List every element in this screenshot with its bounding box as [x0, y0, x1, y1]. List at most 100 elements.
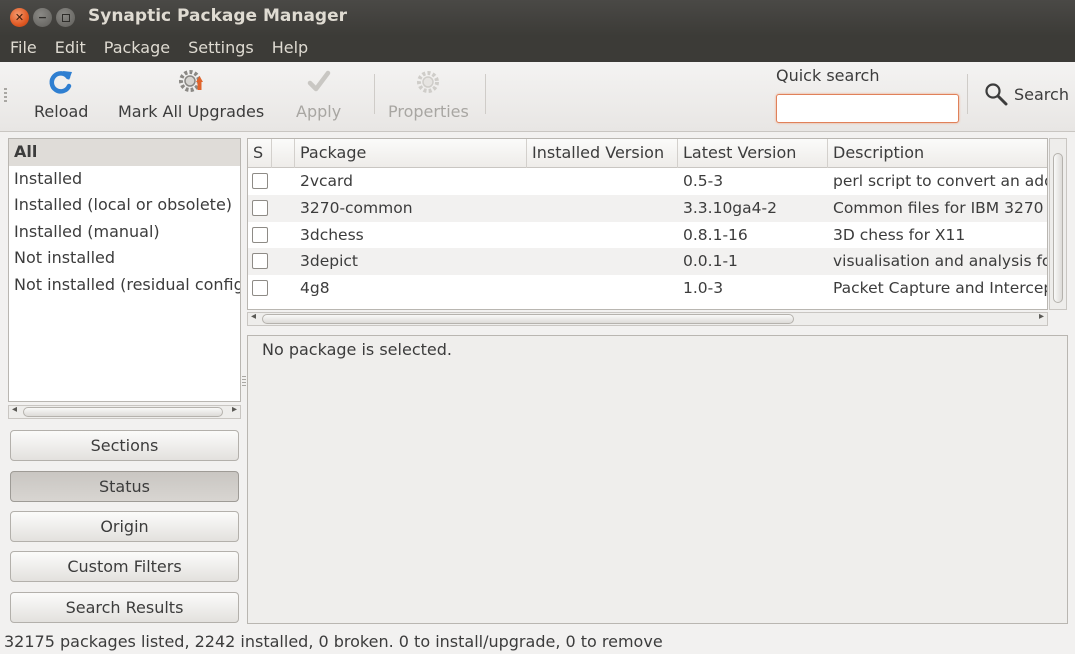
scroll-left-icon[interactable]: ◂: [12, 404, 17, 415]
filter-item-installed-local-obsolete[interactable]: Installed (local or obsolete): [9, 192, 240, 219]
synaptic-window: ✕ − Synaptic Package Manager File Edit P…: [0, 0, 1075, 654]
reload-label: Reload: [34, 102, 89, 121]
toolbar-separator: [485, 74, 486, 114]
filter-item-not-installed[interactable]: Not installed: [9, 245, 240, 272]
search-label: Search: [1014, 84, 1069, 104]
column-header-package[interactable]: Package: [295, 139, 527, 168]
package-table: S Package Installed Version Latest Versi…: [247, 138, 1048, 310]
minimize-icon: −: [37, 11, 48, 24]
title-bar: ✕ − Synaptic Package Manager: [0, 0, 1075, 36]
minimize-window-button[interactable]: −: [33, 8, 52, 27]
details-message: No package is selected.: [262, 340, 452, 359]
package-status-icon: [272, 248, 295, 275]
reload-button[interactable]: Reload: [34, 68, 88, 121]
gear-icon: [414, 68, 442, 96]
scroll-thumb[interactable]: [23, 407, 223, 417]
package-name: 3dchess: [300, 225, 364, 244]
quick-search-input[interactable]: [776, 94, 959, 123]
package-status-icon: [272, 222, 295, 249]
package-name: 3270-common: [300, 198, 413, 217]
latest-version: 1.0-3: [683, 279, 724, 298]
close-icon: ✕: [14, 11, 25, 24]
filter-item-not-installed-residual[interactable]: Not installed (residual config: [9, 272, 240, 299]
status-bar: 32175 packages listed, 2242 installed, 0…: [4, 632, 663, 651]
package-details-pane: No package is selected.: [247, 335, 1068, 624]
package-status-icon: [272, 168, 295, 195]
package-status-icon: [272, 195, 295, 222]
window-title: Synaptic Package Manager: [88, 6, 348, 26]
package-name: 3depict: [300, 252, 358, 271]
scroll-thumb[interactable]: [262, 314, 794, 324]
latest-version: 0.0.1-1: [683, 252, 738, 271]
filter-list-hscrollbar[interactable]: ◂ ▸: [8, 404, 241, 419]
toolbar-separator: [374, 74, 375, 114]
menu-package[interactable]: Package: [94, 36, 178, 62]
table-row[interactable]: 3dchess 0.8.1-16 3D chess for X11: [248, 222, 1047, 249]
filter-item-all[interactable]: All: [9, 139, 240, 166]
column-header-status[interactable]: S: [248, 139, 272, 168]
filter-item-installed-manual[interactable]: Installed (manual): [9, 219, 240, 246]
menu-edit[interactable]: Edit: [45, 36, 94, 62]
search-results-button[interactable]: Search Results: [10, 592, 239, 623]
apply-label: Apply: [296, 102, 342, 121]
table-row[interactable]: 2vcard 0.5-3 perl script to convert an a…: [248, 168, 1048, 195]
scroll-right-icon[interactable]: ▸: [1039, 311, 1044, 322]
package-checkbox[interactable]: [252, 253, 268, 270]
toolbar-grip[interactable]: [4, 88, 7, 102]
installed-version: [527, 222, 678, 249]
latest-version: 0.5-3: [683, 172, 724, 190]
checkmark-icon: [305, 68, 333, 96]
installed-version: [527, 275, 678, 302]
scroll-left-icon[interactable]: ◂: [251, 311, 256, 322]
mark-all-upgrades-label: Mark All Upgrades: [118, 102, 265, 121]
package-description: 3D chess for X11: [833, 225, 966, 244]
menu-help[interactable]: Help: [262, 36, 316, 62]
package-checkbox[interactable]: [252, 226, 268, 243]
package-description: visualisation and analysis fo: [833, 252, 1048, 271]
table-row[interactable]: 3270-common 3.3.10ga4-2 Common files for…: [248, 194, 1047, 222]
toolbar: Reload Mark All Upgrades Apply Propertie…: [0, 62, 1075, 132]
package-checkbox[interactable]: [252, 173, 268, 189]
column-header-latest-version[interactable]: Latest Version: [678, 139, 828, 168]
quick-search-label: Quick search: [776, 66, 880, 85]
installed-version: [527, 195, 678, 222]
column-header-description[interactable]: Description: [828, 139, 1047, 168]
properties-label: Properties: [388, 102, 469, 121]
maximize-icon: [61, 13, 70, 22]
column-header-icon[interactable]: [272, 139, 295, 168]
package-description: perl script to convert an add: [833, 172, 1048, 190]
status-button[interactable]: Status: [10, 471, 239, 502]
custom-filters-button[interactable]: Custom Filters: [10, 551, 239, 582]
sections-button[interactable]: Sections: [10, 430, 239, 461]
package-table-vscrollbar[interactable]: [1049, 138, 1067, 310]
apply-button[interactable]: Apply: [296, 68, 341, 121]
maximize-window-button[interactable]: [56, 8, 75, 27]
column-header-installed-version[interactable]: Installed Version: [527, 139, 678, 168]
origin-button[interactable]: Origin: [10, 511, 239, 542]
table-row[interactable]: 4g8 1.0-3 Packet Capture and Intercep: [248, 275, 1047, 302]
package-checkbox[interactable]: [252, 199, 268, 216]
filter-item-installed[interactable]: Installed: [9, 166, 240, 193]
installed-version: [527, 168, 678, 195]
scroll-thumb[interactable]: [1053, 153, 1063, 303]
table-row[interactable]: 3depict 0.0.1-1 visualisation and analys…: [248, 248, 1048, 276]
installed-version: [527, 248, 678, 275]
scroll-right-icon[interactable]: ▸: [232, 404, 237, 415]
latest-version: 0.8.1-16: [683, 225, 748, 244]
toolbar-separator: [967, 74, 968, 114]
package-table-hscrollbar[interactable]: ◂ ▸: [247, 311, 1048, 326]
close-window-button[interactable]: ✕: [10, 8, 29, 27]
search-button[interactable]: Search: [984, 82, 1069, 106]
pane-splitter-grip[interactable]: [242, 376, 246, 386]
package-name: 2vcard: [300, 172, 353, 190]
properties-button[interactable]: Properties: [388, 68, 469, 121]
mark-all-upgrades-button[interactable]: Mark All Upgrades: [118, 68, 264, 121]
package-checkbox[interactable]: [252, 280, 268, 297]
menu-file[interactable]: File: [0, 36, 45, 62]
menu-settings[interactable]: Settings: [178, 36, 262, 62]
package-description: Common files for IBM 3270: [833, 198, 1044, 217]
gear-upgrade-icon: [177, 68, 205, 96]
reload-icon: [47, 68, 75, 96]
menubar: File Edit Package Settings Help: [0, 36, 1075, 62]
filter-list: All Installed Installed (local or obsole…: [8, 138, 241, 402]
